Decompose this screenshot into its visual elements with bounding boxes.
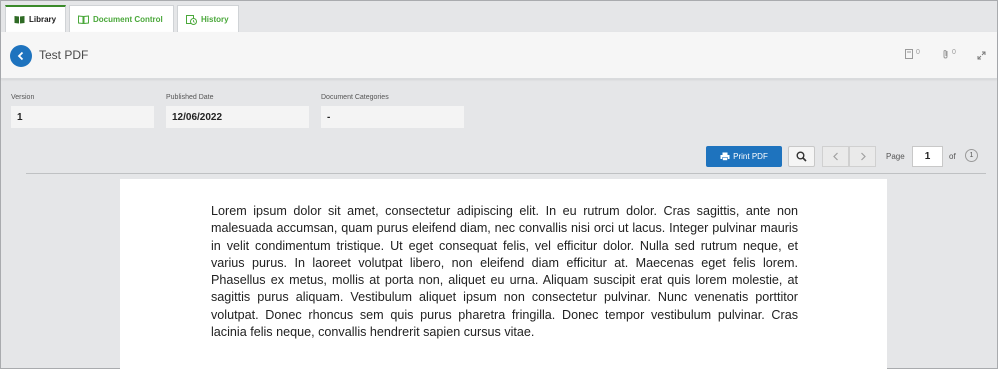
- tab-bar: Library Document Control History: [1, 1, 997, 32]
- tab-document-control[interactable]: Document Control: [69, 5, 174, 32]
- tab-library-label: Library: [29, 15, 57, 24]
- chevron-right-icon: [860, 152, 866, 161]
- print-pdf-button[interactable]: Print PDF: [706, 146, 782, 167]
- tab-library[interactable]: Library: [5, 5, 66, 32]
- print-pdf-label: Print PDF: [733, 152, 768, 161]
- version-label: Version: [11, 94, 35, 101]
- page-title: Test PDF: [39, 48, 89, 62]
- document-categories-label: Document Categories: [321, 94, 389, 101]
- expand-button[interactable]: [977, 51, 986, 60]
- of-label: of: [949, 152, 956, 161]
- search-icon: [796, 151, 807, 162]
- document-header: Test PDF 0 0: [1, 32, 997, 79]
- page-label: Page: [886, 152, 905, 161]
- tab-document-control-label: Document Control: [93, 14, 163, 24]
- pdf-page-text: Lorem ipsum dolor sit amet, consectetur …: [211, 204, 798, 340]
- history-icon: [186, 14, 197, 25]
- printer-icon: [720, 152, 730, 161]
- notes-count: 0: [916, 49, 920, 56]
- back-button[interactable]: [10, 45, 32, 67]
- attachments-count: 0: [952, 49, 956, 56]
- pdf-page: Lorem ipsum dolor sit amet, consectetur …: [120, 179, 887, 369]
- open-book-icon: [78, 14, 89, 24]
- version-field: 1: [11, 106, 154, 128]
- tab-history-label: History: [201, 14, 229, 24]
- next-page-button[interactable]: [849, 146, 876, 167]
- paperclip-icon: [943, 50, 948, 59]
- notes-button[interactable]: 0: [905, 49, 920, 59]
- note-icon: [905, 49, 913, 59]
- published-date-field: 12/06/2022: [166, 106, 309, 128]
- expand-icon: [977, 51, 986, 60]
- previous-page-button[interactable]: [822, 146, 849, 167]
- page-number-input[interactable]: 1: [912, 146, 943, 167]
- book-icon: [14, 15, 25, 24]
- toolbar-divider: [26, 173, 986, 174]
- tab-history[interactable]: History: [177, 5, 239, 32]
- chevron-left-icon: [832, 152, 838, 161]
- chevron-left-icon: [17, 51, 24, 61]
- published-date-label: Published Date: [166, 94, 214, 101]
- total-pages-badge: 1: [965, 149, 978, 162]
- document-categories-field: -: [321, 106, 464, 128]
- search-button[interactable]: [788, 146, 815, 167]
- attachments-button[interactable]: 0: [942, 49, 956, 59]
